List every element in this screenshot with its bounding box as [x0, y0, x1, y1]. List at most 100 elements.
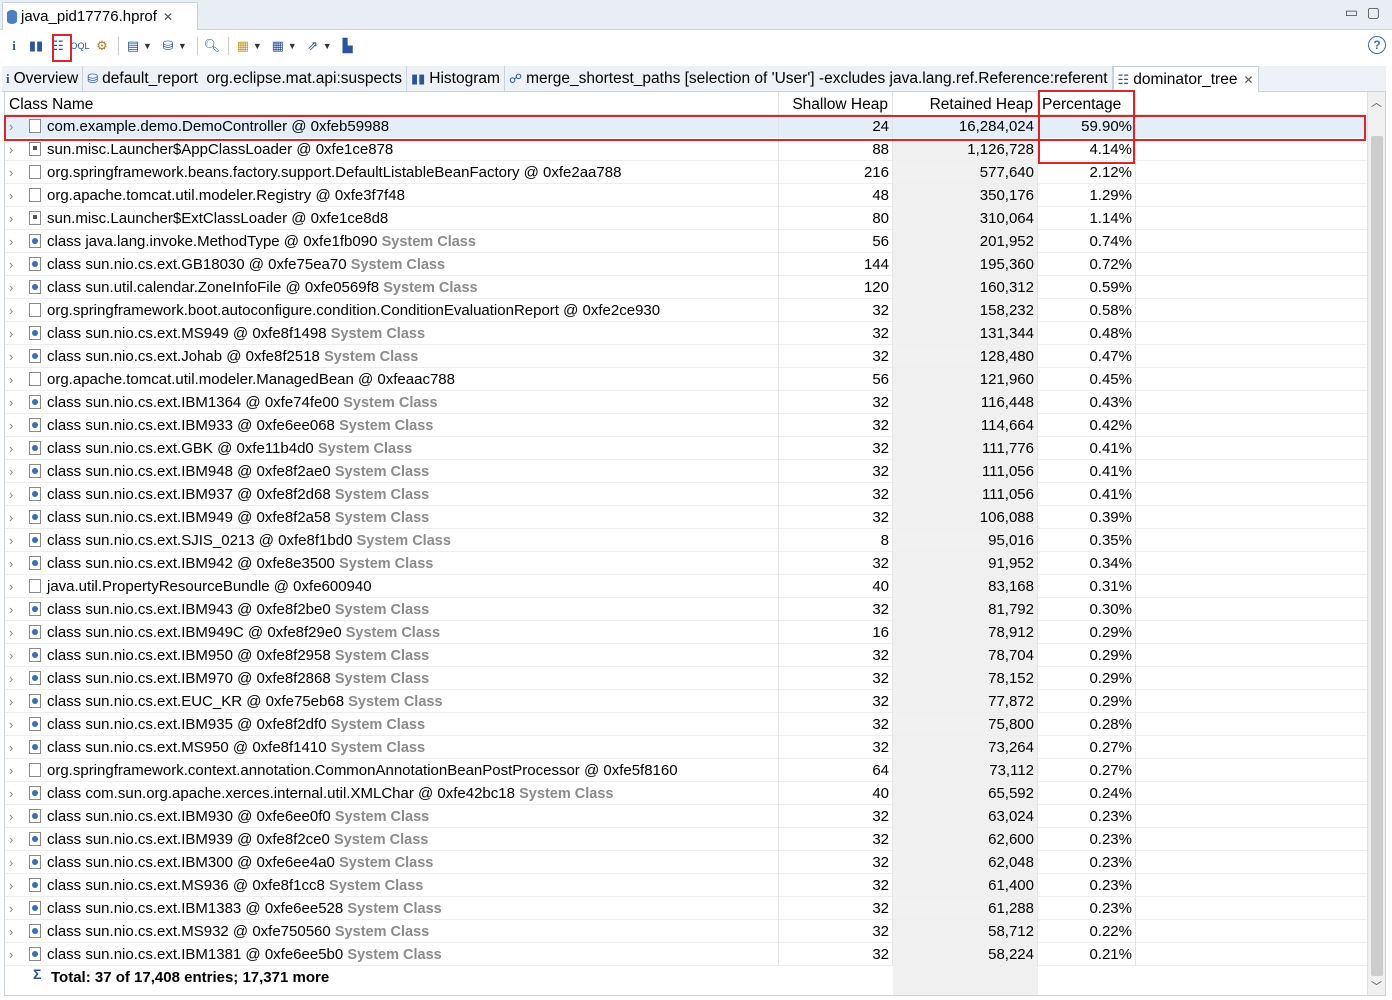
- table-row[interactable]: › class sun.nio.cs.ext.IBM939 @ 0xfe8f2ce…: [5, 828, 1367, 851]
- chevron-right-icon[interactable]: ›: [9, 276, 23, 299]
- tab-histogram[interactable]: ▮▮ Histogram: [407, 66, 505, 92]
- chevron-down-icon[interactable]: ▼: [253, 41, 262, 51]
- table-row[interactable]: › class sun.nio.cs.ext.GBK @ 0xfe11b4d0 S…: [5, 437, 1367, 460]
- table-row[interactable]: › org.springframework.beans.factory.suppo…: [5, 161, 1367, 184]
- table-row[interactable]: › class sun.util.calendar.ZoneInfoFile @ …: [5, 276, 1367, 299]
- close-icon[interactable]: ✕: [1243, 73, 1253, 87]
- chevron-right-icon[interactable]: ›: [9, 736, 23, 759]
- chevron-right-icon[interactable]: ›: [9, 897, 23, 920]
- thread-overview-icon[interactable]: ⚙: [92, 35, 112, 57]
- group-icon[interactable]: ▦: [233, 35, 253, 57]
- calculate-icon[interactable]: ▦: [268, 35, 288, 57]
- chevron-right-icon[interactable]: ›: [9, 391, 23, 414]
- table-row[interactable]: › class sun.nio.cs.ext.EUC_KR @ 0xfe75eb6…: [5, 690, 1367, 713]
- table-row[interactable]: › sun.misc.Launcher$AppClassLoader @ 0xfe…: [5, 138, 1367, 161]
- table-row[interactable]: › class sun.nio.cs.ext.IBM937 @ 0xfe8f2d6…: [5, 483, 1367, 506]
- table-row[interactable]: › sun.misc.Launcher$ExtClassLoader @ 0xfe…: [5, 207, 1367, 230]
- table-row[interactable]: › class sun.nio.cs.ext.IBM935 @ 0xfe8f2df…: [5, 713, 1367, 736]
- chevron-down-icon[interactable]: ▼: [143, 41, 152, 51]
- chevron-down-icon[interactable]: ▼: [323, 41, 332, 51]
- table-row[interactable]: › class sun.nio.cs.ext.MS949 @ 0xfe8f1498…: [5, 322, 1367, 345]
- chevron-right-icon[interactable]: ›: [9, 805, 23, 828]
- column-header-percentage[interactable]: Percentage: [1038, 92, 1136, 115]
- chevron-right-icon[interactable]: ›: [9, 253, 23, 276]
- chevron-right-icon[interactable]: ›: [9, 828, 23, 851]
- chevron-right-icon[interactable]: ›: [9, 529, 23, 552]
- tab-default-report[interactable]: ⛁ default_report org.eclipse.mat.api:sus…: [83, 66, 407, 92]
- chevron-right-icon[interactable]: ›: [9, 483, 23, 506]
- scroll-down-icon[interactable]: ﹀: [1371, 978, 1382, 994]
- chevron-right-icon[interactable]: ›: [9, 414, 23, 437]
- table-row[interactable]: › class sun.nio.cs.ext.IBM949C @ 0xfe8f29…: [5, 621, 1367, 644]
- table-row[interactable]: › class com.sun.org.apache.xerces.interna…: [5, 782, 1367, 805]
- chevron-right-icon[interactable]: ›: [9, 713, 23, 736]
- chevron-right-icon[interactable]: ›: [9, 161, 23, 184]
- chevron-right-icon[interactable]: ›: [9, 575, 23, 598]
- chevron-right-icon[interactable]: ›: [9, 598, 23, 621]
- chevron-right-icon[interactable]: ›: [9, 943, 23, 966]
- export-icon[interactable]: ⇗: [303, 35, 323, 57]
- chevron-right-icon[interactable]: ›: [9, 184, 23, 207]
- tab-overview[interactable]: i Overview: [2, 66, 84, 92]
- vertical-scrollbar[interactable]: ︿ ﹀: [1367, 92, 1385, 995]
- table-row[interactable]: › class sun.nio.cs.ext.Johab @ 0xfe8f2518…: [5, 345, 1367, 368]
- table-row[interactable]: › class sun.nio.cs.ext.MS950 @ 0xfe8f1410…: [5, 736, 1367, 759]
- table-row[interactable]: › class sun.nio.cs.ext.IBM949 @ 0xfe8f2a5…: [5, 506, 1367, 529]
- chevron-down-icon[interactable]: ▼: [178, 41, 187, 51]
- column-header-shallow-heap[interactable]: Shallow Heap: [779, 92, 893, 115]
- table-row[interactable]: › class sun.nio.cs.ext.IBM933 @ 0xfe6ee06…: [5, 414, 1367, 437]
- table-row[interactable]: › class sun.nio.cs.ext.GB18030 @ 0xfe75ea…: [5, 253, 1367, 276]
- scroll-up-icon[interactable]: ︿: [1371, 94, 1382, 110]
- table-row[interactable]: › class sun.nio.cs.ext.MS936 @ 0xfe8f1cc8…: [5, 874, 1367, 897]
- chevron-right-icon[interactable]: ›: [9, 552, 23, 575]
- oql-icon[interactable]: OQL: [70, 35, 90, 57]
- table-row[interactable]: › class sun.nio.cs.ext.IBM1381 @ 0xfe6ee5…: [5, 943, 1367, 966]
- chevron-right-icon[interactable]: ›: [9, 690, 23, 713]
- chevron-right-icon[interactable]: ›: [9, 506, 23, 529]
- help-icon[interactable]: ?: [1368, 36, 1386, 54]
- chevron-right-icon[interactable]: ›: [9, 345, 23, 368]
- table-row[interactable]: › class sun.nio.cs.ext.IBM1364 @ 0xfe74fe…: [5, 391, 1367, 414]
- table-row[interactable]: › class sun.nio.cs.ext.IBM942 @ 0xfe8e350…: [5, 552, 1367, 575]
- chevron-down-icon[interactable]: ▼: [288, 41, 297, 51]
- query-browser-icon[interactable]: ⛁: [158, 35, 178, 57]
- tab-merge-shortest-paths[interactable]: ☍ merge_shortest_paths [selection of 'Us…: [505, 66, 1113, 92]
- scrollbar-thumb[interactable]: [1371, 136, 1383, 976]
- table-row[interactable]: › class sun.nio.cs.ext.IBM950 @ 0xfe8f295…: [5, 644, 1367, 667]
- chevron-right-icon[interactable]: ›: [9, 460, 23, 483]
- table-row[interactable]: › class sun.nio.cs.ext.IBM943 @ 0xfe8f2be…: [5, 598, 1367, 621]
- chevron-right-icon[interactable]: ›: [9, 621, 23, 644]
- run-report-icon[interactable]: ▤: [123, 35, 143, 57]
- table-row[interactable]: › class java.lang.invoke.MethodType @ 0xf…: [5, 230, 1367, 253]
- chevron-right-icon[interactable]: ›: [9, 115, 23, 138]
- minimize-icon[interactable]: ▭: [1345, 4, 1358, 21]
- chevron-right-icon[interactable]: ›: [9, 207, 23, 230]
- chevron-right-icon[interactable]: ›: [9, 322, 23, 345]
- column-header-class-name[interactable]: Class Name: [5, 92, 779, 115]
- editor-tab-hprof[interactable]: java_pid17776.hprof ✕: [2, 2, 198, 30]
- table-row[interactable]: › java.util.PropertyResourceBundle @ 0xfe…: [5, 575, 1367, 598]
- column-header-retained-heap[interactable]: ⌄ Retained Heap: [893, 92, 1038, 115]
- info-icon[interactable]: i: [4, 35, 24, 57]
- table-row[interactable]: › org.apache.tomcat.util.modeler.Registry…: [5, 184, 1367, 207]
- chevron-right-icon[interactable]: ›: [9, 230, 23, 253]
- search-icon[interactable]: 🔍︎: [202, 35, 222, 57]
- table-row[interactable]: › org.apache.tomcat.util.modeler.ManagedB…: [5, 368, 1367, 391]
- chevron-right-icon[interactable]: ›: [9, 138, 23, 161]
- tab-dominator-tree[interactable]: ☷ dominator_tree ✕: [1112, 66, 1259, 92]
- dominator-tree-icon[interactable]: ☷: [48, 35, 68, 57]
- chevron-right-icon[interactable]: ›: [9, 368, 23, 391]
- table-row[interactable]: › class sun.nio.cs.ext.IBM1383 @ 0xfe6ee5…: [5, 897, 1367, 920]
- pin-icon[interactable]: ▙: [338, 35, 358, 57]
- table-row[interactable]: › class sun.nio.cs.ext.IBM970 @ 0xfe8f286…: [5, 667, 1367, 690]
- table-row[interactable]: › class sun.nio.cs.ext.IBM930 @ 0xfe6ee0f…: [5, 805, 1367, 828]
- chevron-right-icon[interactable]: ›: [9, 759, 23, 782]
- table-row[interactable]: › class sun.nio.cs.ext.SJIS_0213 @ 0xfe8f…: [5, 529, 1367, 552]
- table-row[interactable]: › org.springframework.context.annotation.…: [5, 759, 1367, 782]
- table-row[interactable]: › class sun.nio.cs.ext.IBM948 @ 0xfe8f2ae…: [5, 460, 1367, 483]
- table-row[interactable]: › class sun.nio.cs.ext.MS932 @ 0xfe750560…: [5, 920, 1367, 943]
- chevron-right-icon[interactable]: ›: [9, 667, 23, 690]
- histogram-icon[interactable]: ▮▮: [26, 35, 46, 57]
- maximize-icon[interactable]: ▢: [1367, 4, 1380, 21]
- chevron-right-icon[interactable]: ›: [9, 644, 23, 667]
